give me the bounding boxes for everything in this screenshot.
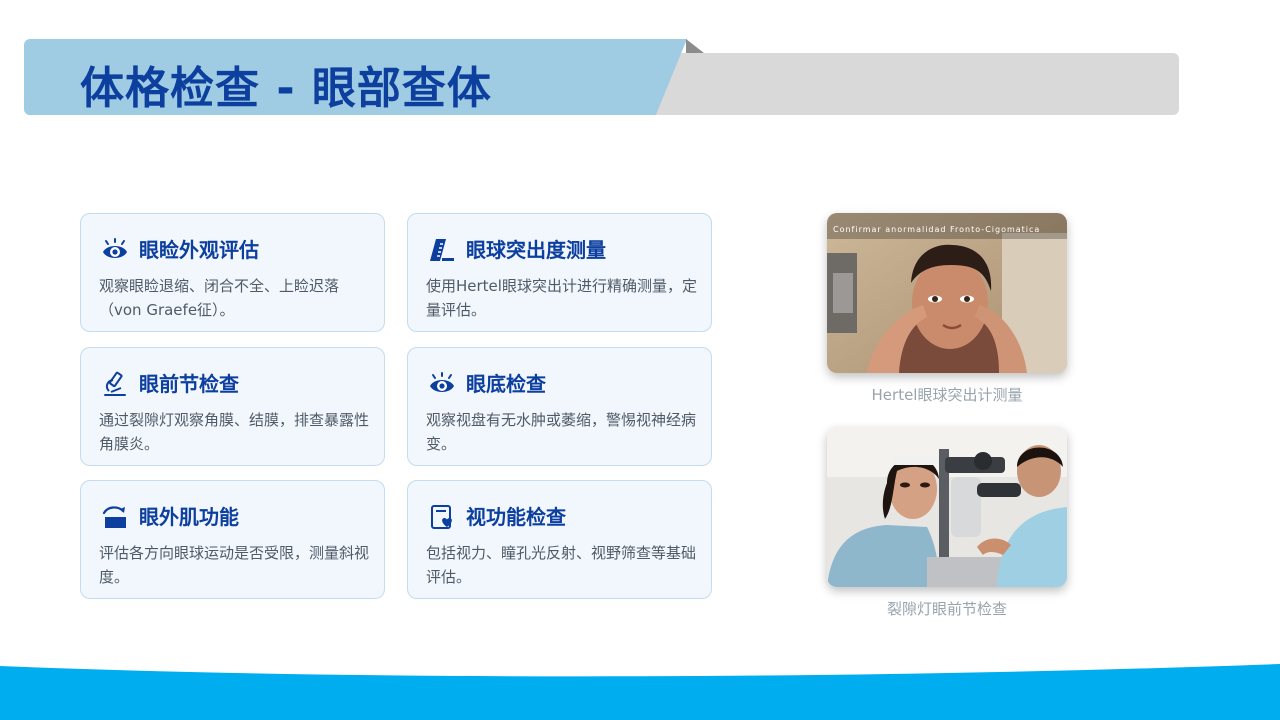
card-description: 使用Hertel眼球突出计进行精确测量，定量评估。 [426,277,697,319]
slit-lamp-photo-illustration [827,427,1067,587]
footer-wave [0,664,1280,720]
photo-slit-lamp [827,427,1067,587]
microscope-icon [104,371,126,396]
card-description: 观察视盘有无水肿或萎缩，警惕视神经病变。 [426,411,697,453]
photo-caption: Hertel眼球突出计测量 [871,386,1023,404]
card-exophthalmometry: 眼球突出度测量 使用Hertel眼球突出计进行精确测量，定量评估。 [407,213,712,332]
photo-overlay-text: Confirmar anormalidad Fronto-Cigomatica [833,225,1041,234]
document-heart-icon [431,505,452,529]
card-title: 眼前节检查 [139,372,239,396]
card-anterior-segment: 眼前节检查 通过裂隙灯观察角膜、结膜，排查暴露性角膜炎。 [80,347,385,466]
card-description: 包括视力、瞳孔光反射、视野筛查等基础评估。 [426,544,697,586]
ruler-icon [430,239,454,261]
card-description: 评估各方向眼球运动是否受限，测量斜视度。 [99,544,370,586]
card-title: 眼睑外观评估 [139,238,259,262]
card-title: 眼底检查 [466,372,546,396]
card-eyelid-appearance: 眼睑外观评估 观察眼睑退缩、闭合不全、上睑迟落（von Graefe征）。 [80,213,385,332]
photo-hertel-measurement: Confirmar anormalidad Fronto-Cigomatica [827,213,1067,373]
banner-fold [686,39,704,53]
eye-icon [430,372,454,392]
photo-caption: 裂隙灯眼前节检查 [886,600,1007,618]
hertel-photo-illustration [827,213,1067,373]
slide: 体格检查 - 眼部查体 眼睑外观评估 观察眼睑退缩、闭合不全、上睑迟落（von … [0,0,1280,720]
card-title: 眼球突出度测量 [466,238,606,262]
card-description: 通过裂隙灯观察角膜、结膜，排查暴露性角膜炎。 [99,411,370,453]
card-fundus-exam: 眼底检查 观察视盘有无水肿或萎缩，警惕视神经病变。 [407,347,712,466]
page-title: 体格检查 - 眼部查体 [80,63,492,114]
card-description: 观察眼睑退缩、闭合不全、上睑迟落（von Graefe征）。 [99,277,340,319]
eye-icon [103,238,127,258]
card-title: 眼外肌功能 [139,505,239,529]
eyelid-icon [102,506,126,528]
card-extraocular-muscles: 眼外肌功能 评估各方向眼球运动是否受限，测量斜视度。 [80,480,385,599]
card-title: 视功能检查 [466,505,566,529]
card-visual-function: 视功能检查 包括视力、瞳孔光反射、视野筛查等基础评估。 [407,480,712,599]
